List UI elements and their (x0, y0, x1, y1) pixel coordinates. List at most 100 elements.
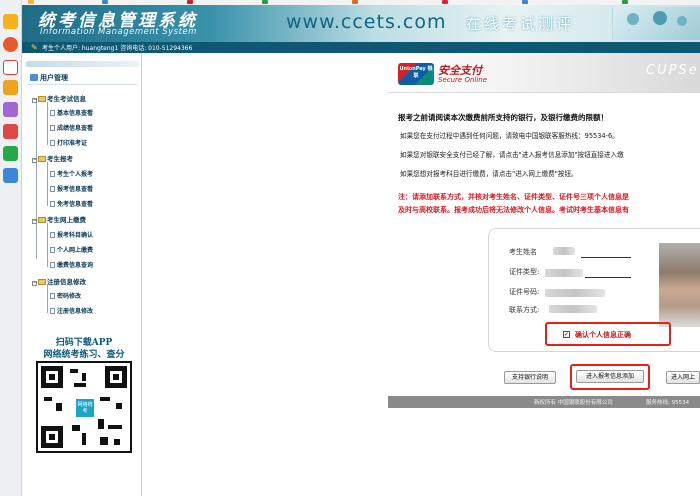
bookmark-icon[interactable] (522, 0, 528, 4)
footer-copyright: 新权所有 中国银联股份有限公司 (534, 400, 613, 406)
video-icon[interactable] (3, 146, 18, 161)
warning-line: 及时与高校联系。报考成功后将无法修改个人信息。考试时考生基本信息有 (398, 206, 629, 214)
field-label-name: 考生姓名 (509, 248, 537, 256)
page-icon (50, 110, 55, 116)
add-registration-info-button[interactable]: 进入报考信息添加 (576, 370, 644, 383)
sidebar-item-edit-registration[interactable]: 注册信息修改 (50, 306, 93, 315)
sidebar-item-confirm-subjects[interactable]: 报考科目确认 (50, 230, 93, 239)
bookmark-icon[interactable] (187, 0, 193, 4)
sidebar-item-change-password[interactable]: 密码修改 (50, 291, 81, 300)
collapse-icon[interactable]: − (32, 158, 37, 163)
notice-title: 报考之前请阅读本次缴费前所支持的银行，及银行缴费的限额！ (398, 113, 608, 122)
payment-footer: 新权所有 中国银联股份有限公司 服务热线: 95534 (388, 396, 700, 408)
tree-group-edit-registration[interactable]: − 注册信息修改 (32, 276, 86, 286)
tree-group-registration[interactable]: − 考生报考 (32, 153, 73, 163)
bookmark-icon[interactable] (102, 0, 108, 4)
folder-icon (38, 96, 46, 102)
user-icon: ✎ (31, 43, 38, 52)
app-download-promo: 扫码下载APP 网络统考练习、查分 (43, 338, 125, 360)
system-subtitle: Information Management System (40, 27, 197, 37)
tree-line (47, 162, 48, 206)
bookmark-icon[interactable] (352, 0, 358, 4)
tree-line (47, 102, 48, 145)
weibo-icon[interactable] (3, 60, 18, 75)
sidebar-item-personal-register[interactable]: 考生个人报考 (50, 169, 93, 178)
tree-group-payment[interactable]: − 考生网上缴费 (32, 214, 86, 224)
online-payment-button[interactable]: 进入网上 (666, 371, 700, 384)
sidebar-item-exemption-info[interactable]: 免考信息查看 (50, 199, 93, 208)
tree-line (47, 285, 48, 313)
folder-icon (38, 279, 46, 285)
book-icon[interactable] (3, 80, 18, 95)
banner-image (612, 7, 700, 40)
notice-line: 如果您在支付过程中遇到任何问题，请致电中国银联客服热线：95534-6。 (400, 132, 619, 140)
collapse-icon[interactable]: − (32, 98, 37, 103)
page-icon (50, 186, 55, 192)
qr-code-image[interactable]: 网络统考 (36, 361, 132, 453)
redacted-value (553, 247, 575, 255)
sidebar-item-register-info[interactable]: 报考信息查看 (50, 184, 93, 193)
eye-icon[interactable] (3, 37, 18, 52)
sidebar-item-scores[interactable]: 成绩信息查看 (50, 123, 93, 132)
page-icon (50, 247, 55, 253)
payment-page: UnionPay 银联 安全支付 Secure Online CUPSe 报考之… (388, 53, 700, 496)
tree-group-exam-info[interactable]: − 考生考试信息 (32, 93, 86, 103)
user-manage-icon (30, 74, 38, 81)
page-icon (50, 125, 55, 131)
confirm-info-highlight[interactable]: ✓ 确认个人信息正确 (545, 322, 671, 346)
page-icon (50, 308, 55, 314)
notice-line: 如果您对银联安全支付已经了解，请点击"进入报考信息添加"按钮直接进入缴 (400, 151, 624, 159)
site-banner: 统考信息管理系统 Information Management System w… (22, 5, 700, 42)
game-icon[interactable] (3, 124, 18, 139)
notice-line: 如果您想对报考科目进行缴费，请点击"进入网上缴费"按钮。 (400, 170, 578, 178)
personal-info-panel: 考生姓名 证件类型: 证件号码: 联系方式: ✓ 确认个人信息正确 (488, 228, 700, 352)
collapse-icon[interactable]: − (32, 219, 37, 224)
bank-info-button[interactable]: 支持银行说明 (504, 371, 556, 384)
collapse-icon[interactable]: − (32, 281, 37, 286)
field-underline (581, 257, 631, 258)
sidebar-header-bar (26, 61, 139, 67)
sidebar-item-basic-info[interactable]: 基本信息查看 (50, 108, 93, 117)
side-navigation: 用户管理 − 考生考试信息 基本信息查看 成绩信息查看 打印准考证 − 考生报考 考… (22, 53, 142, 496)
divider (28, 84, 138, 85)
redacted-value (545, 269, 583, 277)
tree-line (36, 99, 37, 259)
warning-line: 注：请添加联系方式，并核对考生姓名、证件类型、证件号三项个人信息是 (398, 193, 629, 201)
contact-input[interactable] (549, 305, 597, 313)
sidebar-item-print-admission[interactable]: 打印准考证 (50, 138, 87, 147)
user-info-text: 考生个人用户: huangteng1 咨询电话: 010-51294366 (42, 45, 193, 52)
page-icon (50, 171, 55, 177)
bookmark-icon[interactable] (262, 0, 268, 4)
novel-icon[interactable] (3, 102, 18, 117)
banner-slogan: 在线考试测评 (466, 15, 575, 33)
unionpay-logo: UnionPay 银联 (398, 63, 434, 85)
sidebar-item-payment-query[interactable]: 缴费信息查询 (50, 260, 93, 269)
sidebar-title: 用户管理 (30, 73, 68, 83)
page-icon (50, 293, 55, 299)
confirm-checkbox[interactable]: ✓ (563, 331, 570, 338)
sidebar-item-online-payment[interactable]: 个人网上缴费 (50, 245, 93, 254)
page-icon (50, 232, 55, 238)
page-icon (50, 201, 55, 207)
favorites-star-icon[interactable] (3, 14, 18, 29)
candidate-photo (659, 243, 700, 327)
folder-icon (38, 156, 46, 162)
document-icon[interactable] (3, 168, 18, 183)
cups-logo-text: CUPSe (646, 63, 699, 78)
folder-icon (38, 217, 46, 223)
footer-hotline: 服务热线: 95534 (646, 400, 690, 406)
bookmark-icon[interactable] (28, 0, 34, 4)
field-label-contact: 联系方式: (509, 306, 540, 314)
field-label-id-type: 证件类型: (509, 268, 540, 276)
qr-center-logo: 网络统考 (76, 399, 94, 417)
field-label-id-number: 证件号码: (509, 288, 540, 296)
bookmark-icon[interactable] (622, 0, 628, 4)
payment-header: UnionPay 银联 安全支付 Secure Online CUPSe (388, 53, 700, 93)
redacted-value (545, 289, 605, 297)
browser-sidebar (0, 0, 22, 496)
tree-line (47, 223, 48, 267)
bookmark-icon[interactable] (442, 0, 448, 4)
page-icon (50, 262, 55, 268)
secure-online-subtitle: Secure Online (438, 76, 488, 84)
field-underline (585, 277, 631, 278)
